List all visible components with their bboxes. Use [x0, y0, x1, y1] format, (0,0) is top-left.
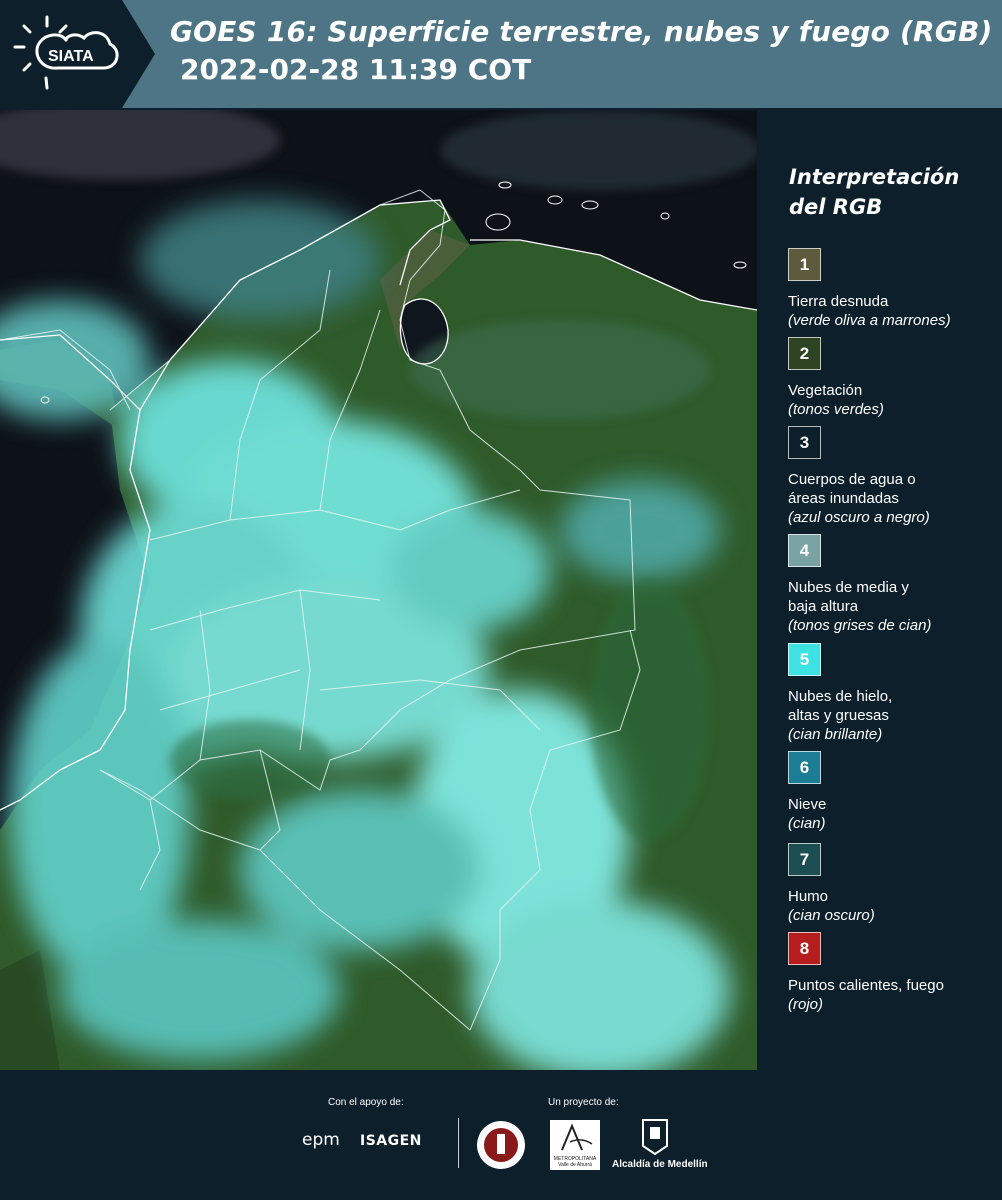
epm-logo: epm [302, 1130, 340, 1150]
legend-item-description: (azul oscuro a negro) [788, 509, 930, 526]
legend-swatch: 4 [788, 534, 821, 567]
university-seal-icon [477, 1121, 525, 1169]
alcaldia-shield-icon [642, 1119, 668, 1156]
legend-item-label: Nieve [788, 796, 827, 813]
legend-swatch: 3 [788, 426, 821, 459]
page-title: GOES 16: Superficie terrestre, nubes y f… [170, 15, 993, 48]
legend-item-label: Tierra desnuda [788, 293, 889, 310]
legend-swatch: 8 [788, 932, 821, 965]
legend-item-description: (verde oliva a marrones) [788, 312, 951, 329]
siata-logo: SIATA [0, 0, 155, 108]
legend-panel: Interpretación del RGB 1 Tierra desnuda … [775, 110, 997, 1070]
area-metropolitana-icon [561, 1123, 593, 1151]
legend-item-description: (tonos verdes) [788, 401, 884, 418]
area-metropolitana-text: METROPOLITANA Valle de Aburrá [553, 1156, 597, 1168]
legend-item-label: Vegetación [788, 382, 863, 399]
legend-item: 5 Nubes de hielo, altas y gruesas (cian … [788, 643, 993, 744]
legend-title: Interpretación del RGB [789, 165, 960, 219]
legend-item-description: (cian brillante) [788, 726, 883, 743]
legend-swatch: 1 [788, 248, 821, 281]
project-label: Un proyecto de: [548, 1097, 619, 1108]
legend-item-label: Humo [788, 888, 829, 905]
legend-item-label: Nubes de media y baja altura [788, 579, 909, 615]
legend-swatch: 6 [788, 751, 821, 784]
header-bar: SIATA GOES 16: Superficie terrestre, nub… [0, 0, 1002, 108]
legend-item-label: Cuerpos de agua o áreas inundadas [788, 471, 916, 507]
legend-swatch: 5 [788, 643, 821, 676]
legend-item-description: (rojo) [788, 996, 824, 1013]
legend-item-description: (tonos grises de cian) [788, 617, 932, 634]
legend-item-description: (cian oscuro) [788, 907, 875, 924]
legend-item: 4 Nubes de media y baja altura (tonos gr… [788, 534, 993, 635]
legend-item: 3 Cuerpos de agua o áreas inundadas (azu… [788, 426, 993, 527]
legend-item-label: Nubes de hielo, altas y gruesas [788, 688, 893, 724]
support-label: Con el apoyo de: [328, 1097, 404, 1108]
legend-swatch: 2 [788, 337, 821, 370]
legend-item: 2 Vegetación (tonos verdes) [788, 337, 993, 419]
legend-item-label: Puntos calientes, fuego [788, 977, 944, 994]
siata-logo-icon: SIATA [0, 0, 155, 108]
legend-item: 7 Humo (cian oscuro) [788, 843, 993, 925]
alcaldia-medellin-logo: Alcaldía de Medellín [612, 1159, 708, 1170]
legend-item: 8 Puntos calientes, fuego (rojo) [788, 932, 993, 1014]
legend-item: 6 Nieve (cian) [788, 751, 993, 833]
satellite-image [0, 110, 757, 1070]
isagen-logo: ISAGEN [360, 1133, 422, 1149]
footer-divider [458, 1118, 459, 1168]
legend-swatch: 7 [788, 843, 821, 876]
legend-item-description: (cian) [788, 815, 826, 832]
legend-item: 1 Tierra desnuda (verde oliva a marrones… [788, 248, 993, 330]
svg-text:SIATA: SIATA [48, 48, 94, 65]
image-datetime: 2022-02-28 11:39 COT [180, 53, 532, 86]
